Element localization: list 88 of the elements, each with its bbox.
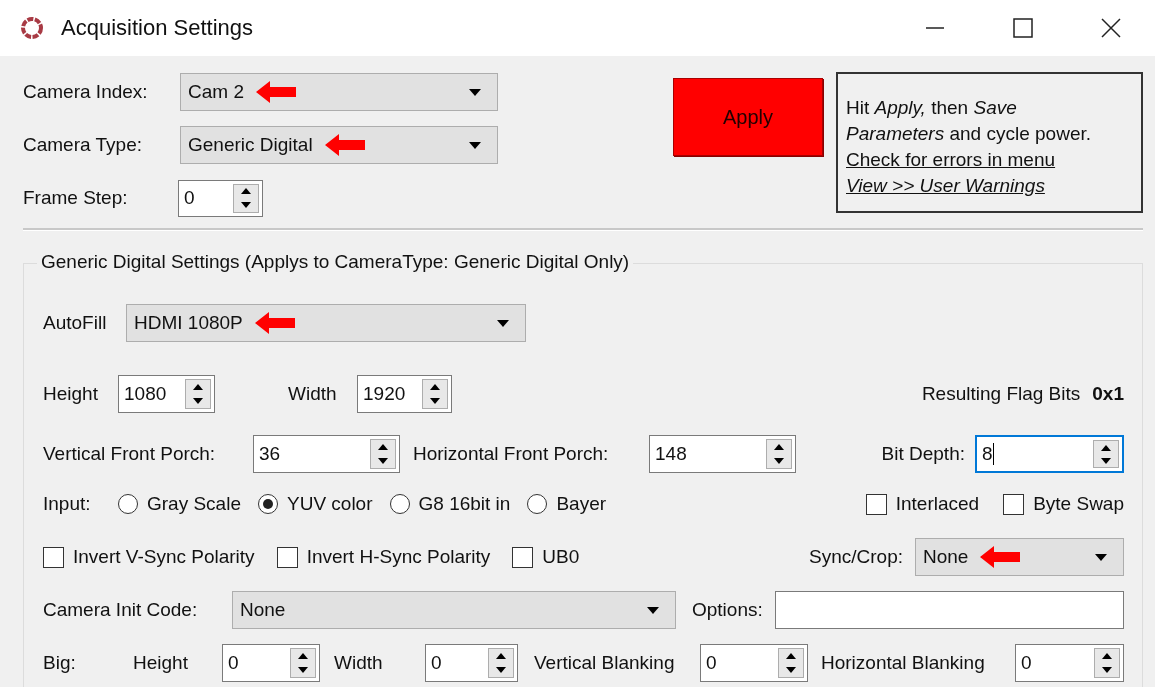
checkbox-label: Invert H-Sync Polarity: [306, 546, 491, 568]
maximize-icon: [1013, 18, 1033, 38]
down-arrow-icon: [774, 458, 784, 464]
field-label: Bit Depth:: [881, 443, 965, 465]
spin-box[interactable]: 36: [253, 435, 400, 473]
radio-label: Gray Scale: [147, 493, 241, 515]
down-arrow-icon: [378, 458, 388, 464]
dropdown[interactable]: None: [232, 591, 676, 629]
checkbox[interactable]: [276, 546, 298, 568]
spin-box[interactable]: 0: [700, 644, 808, 682]
minimize-icon: [925, 27, 945, 29]
down-arrow-icon: [1101, 457, 1111, 464]
up-arrow-icon: [378, 444, 388, 450]
field-label: Resulting Flag Bits: [921, 383, 1081, 405]
checkbox[interactable]: [43, 546, 64, 568]
spin-box[interactable]: 1080: [118, 375, 215, 413]
app-logo-icon: [19, 15, 45, 41]
field-label: Input:: [43, 493, 92, 515]
close-icon: [1101, 18, 1121, 38]
up-arrow-icon: [193, 384, 203, 390]
spin-box[interactable]: 148: [649, 435, 796, 473]
help-text: Hit Apply, then Save Parameters and cycle power.: [846, 96, 1092, 146]
radio-button[interactable]: [527, 494, 548, 514]
field-label: Horizontal Blanking: [821, 652, 986, 674]
field-label: Height: [43, 383, 99, 405]
down-arrow-icon: [430, 398, 440, 404]
up-arrow-icon: [774, 444, 784, 450]
dropdown[interactable]: None: [915, 538, 1124, 576]
caret-icon: [1095, 553, 1107, 561]
field-label: Camera Type:: [23, 134, 143, 156]
up-arrow-icon: [786, 653, 796, 659]
field-label: Big:: [43, 652, 77, 674]
caret-icon: [469, 141, 481, 149]
checkbox[interactable]: [865, 493, 887, 515]
options-field[interactable]: [774, 591, 1124, 629]
up-arrow-icon: [298, 653, 308, 659]
field-label: AutoFill: [43, 312, 108, 334]
up-arrow-icon: [1101, 444, 1111, 451]
field-label: Vertical Front Porch:: [43, 443, 217, 465]
field-label: Options:: [692, 599, 763, 621]
up-arrow-icon: [241, 188, 251, 195]
field-label: Horizontal Front Porch:: [413, 443, 610, 465]
field-label: Sync/Crop:: [809, 546, 903, 568]
field-label: Camera Init Code:: [43, 599, 199, 621]
window-title: Acquisition Settings: [61, 15, 253, 41]
field-label: Frame Step:: [23, 187, 129, 209]
caret-icon: [469, 88, 481, 96]
caret-icon: [497, 319, 509, 327]
checkbox[interactable]: [1003, 493, 1025, 515]
field-label: Vertical Blanking: [534, 652, 676, 674]
down-arrow-icon: [241, 201, 251, 208]
radio-label: YUV color: [287, 493, 373, 515]
field-label: Width: [334, 652, 384, 674]
checkbox[interactable]: [512, 546, 534, 568]
help-link[interactable]: Check for errors in menu: [846, 147, 1056, 173]
spin-box[interactable]: 8: [975, 435, 1124, 473]
up-arrow-icon: [430, 384, 440, 390]
radio-label: Bayer: [556, 493, 607, 515]
help-link[interactable]: View >> User Warnings: [846, 173, 1045, 199]
radio-button[interactable]: [258, 494, 278, 514]
field-label: Camera Index:: [23, 81, 149, 103]
dropdown[interactable]: Generic Digital: [180, 126, 498, 164]
apply-button[interactable]: Apply: [673, 78, 823, 156]
spin-box[interactable]: 0: [178, 179, 263, 217]
spin-box[interactable]: 0: [222, 644, 320, 682]
flag-bits-value: 0x1: [1092, 383, 1124, 405]
down-arrow-icon: [193, 398, 203, 404]
down-arrow-icon: [298, 667, 308, 673]
spin-box[interactable]: 0: [425, 644, 518, 682]
spin-box[interactable]: 1920: [357, 375, 452, 413]
up-arrow-icon: [496, 653, 506, 659]
spin-box[interactable]: 0: [1015, 644, 1124, 682]
radio-button[interactable]: [118, 494, 138, 514]
dropdown[interactable]: Cam 2: [180, 73, 498, 111]
field-label: Width: [288, 383, 338, 405]
down-arrow-icon: [786, 667, 796, 673]
down-arrow-icon: [496, 667, 506, 673]
checkbox-label: Interlaced: [895, 493, 980, 515]
field-label: Height: [133, 652, 189, 674]
dropdown[interactable]: HDMI 1080P: [126, 304, 526, 342]
caret-icon: [647, 606, 659, 614]
checkbox-label: Byte Swap: [1033, 493, 1124, 515]
up-arrow-icon: [1102, 653, 1112, 659]
checkbox-label: Invert V-Sync Polarity: [73, 546, 255, 568]
checkbox-label: UB0: [542, 546, 580, 568]
down-arrow-icon: [1102, 667, 1112, 673]
radio-button[interactable]: [389, 494, 410, 514]
radio-label: G8 16bit in: [418, 493, 511, 515]
